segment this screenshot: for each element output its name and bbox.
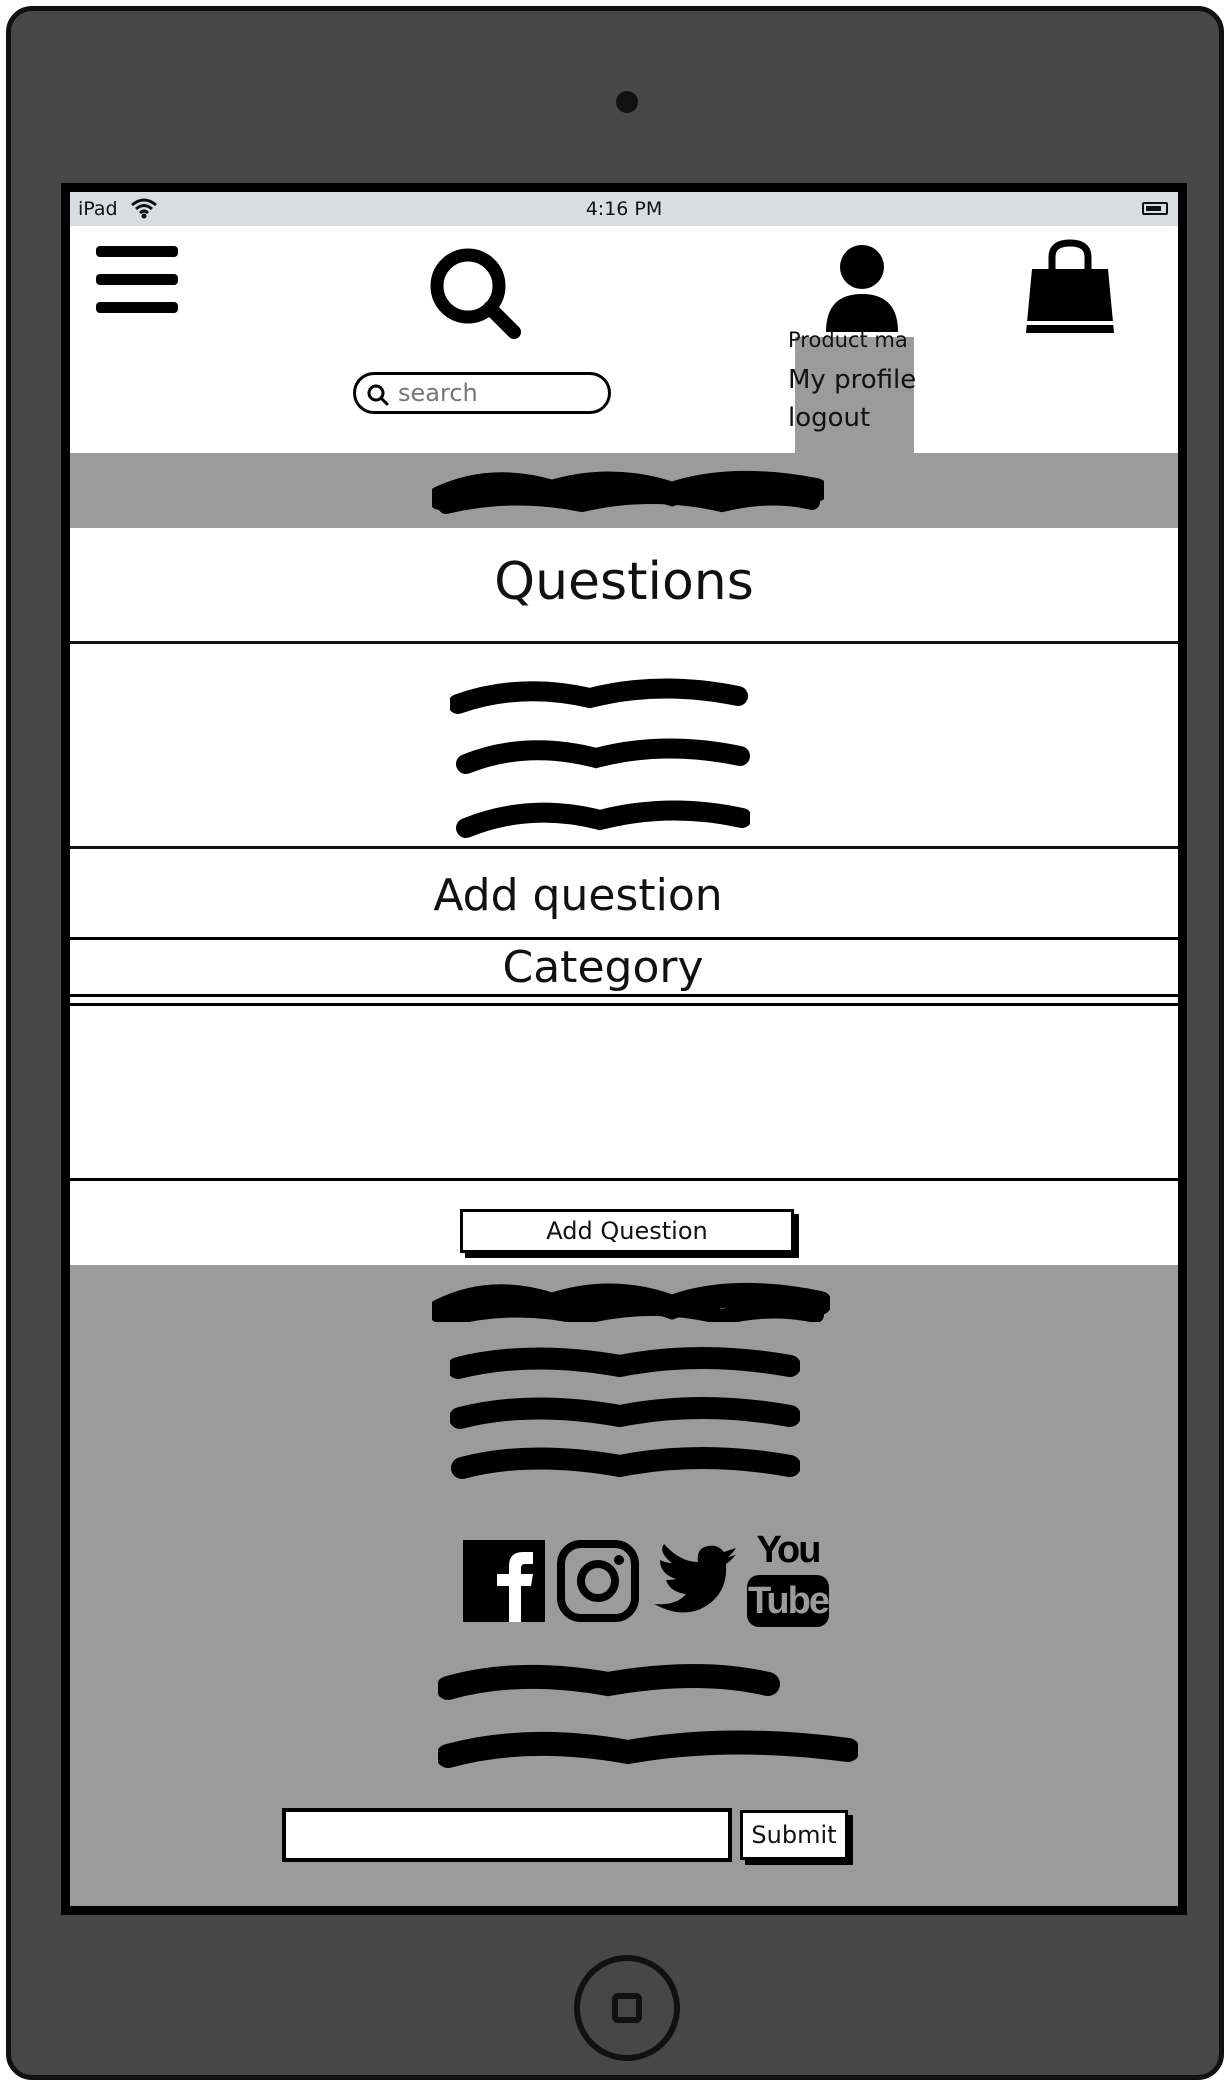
search-small-icon (367, 384, 389, 406)
shopping-bag-icon[interactable] (1020, 237, 1120, 337)
user-dropdown (795, 337, 914, 453)
page-title: Questions (494, 552, 754, 612)
home-square (612, 1993, 642, 2023)
camera-dot (616, 91, 638, 113)
instagram-icon[interactable] (557, 1540, 639, 1622)
category-label: Category (502, 942, 704, 993)
scribble-text (432, 470, 824, 514)
search-icon[interactable] (428, 246, 524, 342)
youtube-top-text: You (756, 1529, 822, 1571)
category-select[interactable]: Category (70, 937, 1178, 997)
user-icon[interactable] (822, 244, 902, 334)
add-question-heading: Add question (433, 870, 723, 921)
footer: You Tube Submit (70, 1322, 1178, 1906)
newsletter-input[interactable] (282, 1808, 732, 1862)
ipad-frame: iPad 4:16 PM search Product ma My profil… (6, 6, 1224, 2080)
youtube-bottom-text: Tube (747, 1575, 830, 1627)
footer-scribble-text (450, 1347, 800, 1479)
menu-item-my-profile[interactable]: My profile (788, 365, 916, 395)
battery-icon (1142, 202, 1168, 215)
question-list (450, 678, 750, 838)
add-question-button[interactable]: Add Question (460, 1209, 794, 1253)
menu-icon[interactable] (94, 244, 180, 316)
facebook-icon[interactable] (463, 1540, 545, 1622)
dropdown-title: Product ma (788, 328, 908, 352)
divider (70, 846, 1178, 849)
footer-scribble-text (438, 1664, 858, 1768)
screen: iPad 4:16 PM search Product ma My profil… (61, 183, 1187, 1915)
status-bar: iPad 4:16 PM (70, 192, 1178, 226)
home-button[interactable] (574, 1955, 680, 2061)
status-time: 4:16 PM (585, 198, 663, 220)
top-banner (70, 453, 1178, 528)
newsletter-submit-button[interactable]: Submit (740, 1810, 848, 1860)
youtube-icon[interactable]: You Tube (747, 1529, 830, 1629)
search-placeholder: search (398, 379, 478, 407)
search-input[interactable]: search (353, 372, 611, 414)
divider (70, 641, 1178, 644)
question-textarea[interactable] (70, 1003, 1178, 1181)
menu-item-logout[interactable]: logout (788, 403, 870, 433)
twitter-icon[interactable] (652, 1544, 736, 1616)
